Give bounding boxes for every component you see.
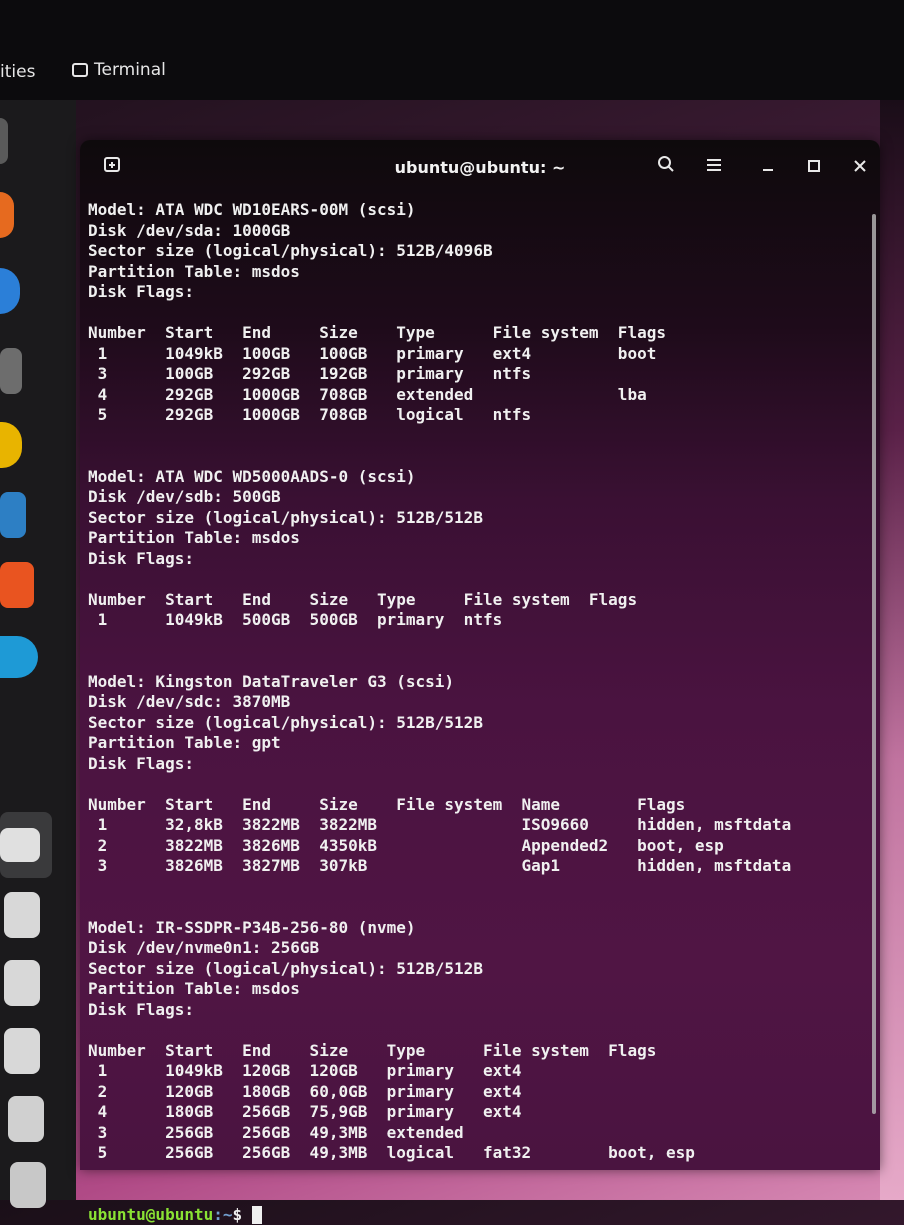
terminal-line <box>88 631 858 652</box>
terminal-line: Number Start End Size Type File system F… <box>88 590 858 611</box>
dock <box>0 100 76 1200</box>
minimize-icon[interactable] <box>754 154 782 182</box>
terminal-line: Model: Kingston DataTraveler G3 (scsi) <box>88 672 858 693</box>
disk-icon[interactable] <box>4 1028 40 1074</box>
terminal-line: Partition Table: msdos <box>88 262 858 283</box>
terminal-line: Partition Table: gpt <box>88 733 858 754</box>
terminal-line: Disk Flags: <box>88 549 858 570</box>
prompt-path: :~ <box>213 1205 232 1224</box>
terminal-line: Number Start End Size Type File system F… <box>88 1041 858 1062</box>
shell-prompt[interactable]: ubuntu@ubuntu:~$ <box>88 1205 858 1225</box>
terminal-line: Disk Flags: <box>88 754 858 775</box>
ssd-icon[interactable] <box>8 1096 44 1142</box>
top-bar: ities Terminal <box>0 0 904 100</box>
terminal-line: Disk Flags: <box>88 282 858 303</box>
terminal-line <box>88 774 858 795</box>
terminal-line: 2 3822MB 3826MB 4350kB Appended2 boot, e… <box>88 836 858 857</box>
terminal-line: 2 120GB 180GB 60,0GB primary ext4 <box>88 1082 858 1103</box>
app-menu[interactable]: Terminal <box>72 60 166 80</box>
disk-icon[interactable] <box>4 892 40 938</box>
close-icon[interactable] <box>846 154 874 182</box>
terminal-line <box>88 877 858 898</box>
terminal-output[interactable]: Model: ATA WDC WD10EARS-00M (scsi)Disk /… <box>88 200 858 1170</box>
terminal-line: Model: IR-SSDPR-P34B-256-80 (nvme) <box>88 918 858 939</box>
prompt-symbol: $ <box>233 1205 252 1224</box>
terminal-window[interactable]: ubuntu@ubuntu: ~ Model: ATA WDC WD10EARS… <box>80 140 880 1170</box>
thunderbird-icon[interactable] <box>0 268 20 314</box>
terminal-line: Disk /dev/sdb: 500GB <box>88 487 858 508</box>
terminal-line <box>88 897 858 918</box>
hamburger-menu-icon[interactable] <box>700 154 728 182</box>
rhythmbox-icon[interactable] <box>0 422 22 468</box>
terminal-icon <box>0 828 40 862</box>
terminal-line: Number Start End Size File system Name F… <box>88 795 858 816</box>
terminal-line: 5 292GB 1000GB 708GB logical ntfs <box>88 405 858 426</box>
wallpaper <box>880 100 904 1200</box>
terminal-line: 3 256GB 256GB 49,3MB extended <box>88 1123 858 1144</box>
prompt-user: ubuntu@ubuntu <box>88 1205 213 1224</box>
help-icon[interactable] <box>0 636 38 678</box>
terminal-line: Disk /dev/sdc: 3870MB <box>88 692 858 713</box>
terminal-line <box>88 426 858 447</box>
disk-icon[interactable] <box>4 960 40 1006</box>
app-center-icon[interactable] <box>0 562 34 608</box>
terminal-line: Model: ATA WDC WD10EARS-00M (scsi) <box>88 200 858 221</box>
terminal-line: Model: ATA WDC WD5000AADS-0 (scsi) <box>88 467 858 488</box>
terminal-line: 1 1049kB 120GB 120GB primary ext4 <box>88 1061 858 1082</box>
terminal-line: Sector size (logical/physical): 512B/512… <box>88 713 858 734</box>
maximize-icon[interactable] <box>800 154 828 182</box>
app-menu-label: Terminal <box>94 60 166 80</box>
terminal-line: 5 256GB 256GB 49,3MB logical fat32 boot,… <box>88 1143 858 1164</box>
terminal-line: 3 3826MB 3827MB 307kB Gap1 hidden, msftd… <box>88 856 858 877</box>
ssd-icon[interactable] <box>10 1162 46 1208</box>
terminal-line <box>88 446 858 467</box>
text-cursor <box>252 1206 262 1224</box>
libreoffice-writer-icon[interactable] <box>0 492 26 538</box>
terminal-line: Partition Table: msdos <box>88 979 858 1000</box>
terminal-line <box>88 303 858 324</box>
terminal-line: 1 32,8kB 3822MB 3822MB ISO9660 hidden, m… <box>88 815 858 836</box>
title-bar[interactable]: ubuntu@ubuntu: ~ <box>80 140 880 196</box>
terminal-line: Sector size (logical/physical): 512B/409… <box>88 241 858 262</box>
terminal-line <box>88 1164 858 1185</box>
terminal-line <box>88 1020 858 1041</box>
search-icon[interactable] <box>652 154 680 182</box>
terminal-line: Disk Flags: <box>88 1000 858 1021</box>
terminal-line <box>88 569 858 590</box>
terminal-line: Sector size (logical/physical): 512B/512… <box>88 508 858 529</box>
terminal-icon <box>72 63 88 77</box>
terminal-line <box>88 651 858 672</box>
files-icon[interactable] <box>0 118 8 164</box>
file-manager-icon[interactable] <box>0 348 22 394</box>
terminal-line: Sector size (logical/physical): 512B/512… <box>88 959 858 980</box>
terminal-line: 3 100GB 292GB 192GB primary ntfs <box>88 364 858 385</box>
firefox-icon[interactable] <box>0 192 14 238</box>
terminal-line <box>88 1184 858 1205</box>
activities-button[interactable]: ities <box>0 62 35 82</box>
terminal-line: 4 180GB 256GB 75,9GB primary ext4 <box>88 1102 858 1123</box>
terminal-line: Number Start End Size Type File system F… <box>88 323 858 344</box>
terminal-line: 4 292GB 1000GB 708GB extended lba <box>88 385 858 406</box>
terminal-line: Disk /dev/sda: 1000GB <box>88 221 858 242</box>
terminal-line: Partition Table: msdos <box>88 528 858 549</box>
scrollbar[interactable] <box>872 214 876 1114</box>
terminal-line: 1 1049kB 100GB 100GB primary ext4 boot <box>88 344 858 365</box>
terminal-line: 1 1049kB 500GB 500GB primary ntfs <box>88 610 858 631</box>
terminal-line: Disk /dev/nvme0n1: 256GB <box>88 938 858 959</box>
